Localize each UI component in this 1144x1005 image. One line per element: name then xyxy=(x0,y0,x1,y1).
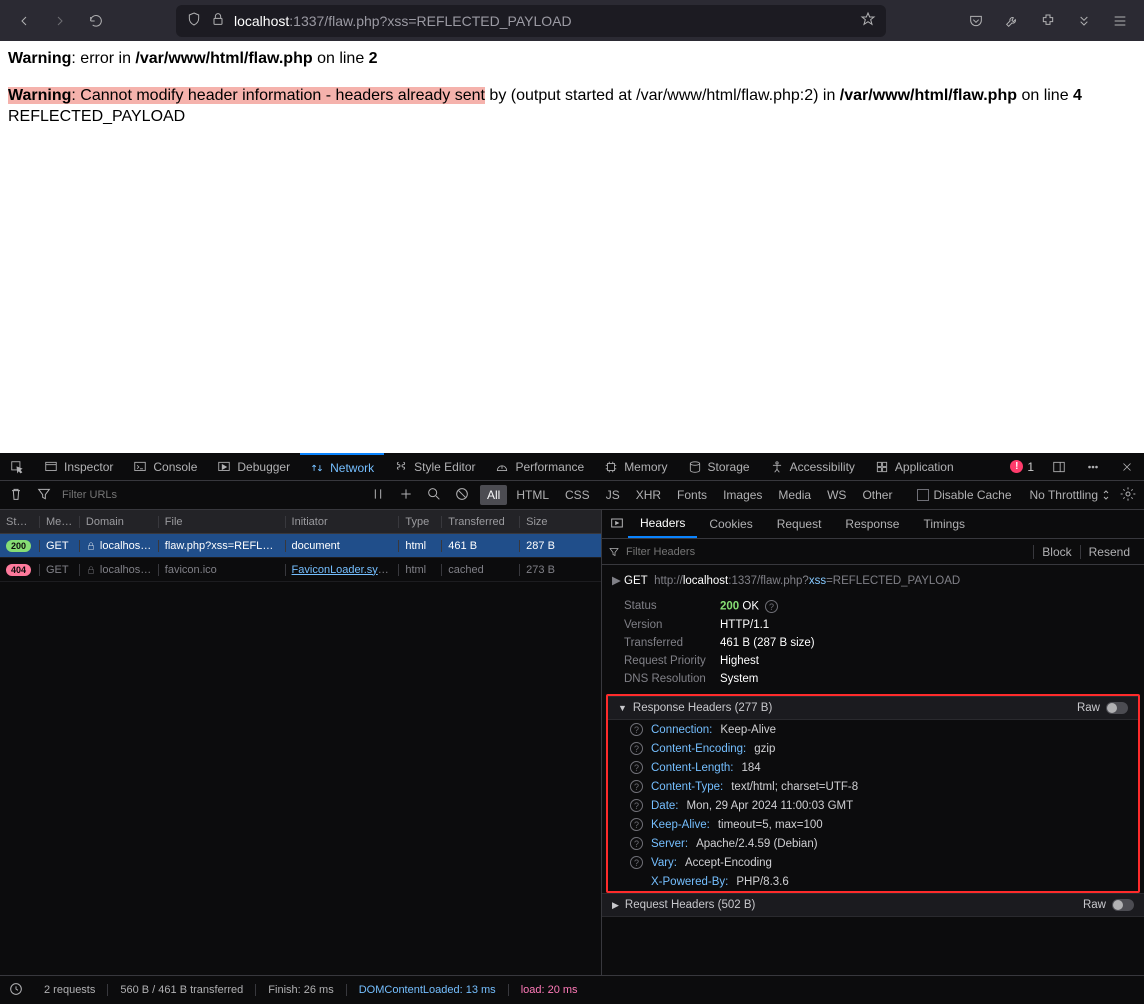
bookmark-star-icon[interactable] xyxy=(860,11,876,30)
tab-inspector[interactable]: Inspector xyxy=(34,453,123,480)
request-count: 2 requests xyxy=(32,984,108,996)
devtools-tabbar: Inspector Console Debugger Network Style… xyxy=(0,453,1144,481)
filter-url-input[interactable] xyxy=(62,489,204,501)
tab-network[interactable]: Network xyxy=(300,453,384,480)
filter-js[interactable]: JS xyxy=(599,485,627,505)
filter-fonts[interactable]: Fonts xyxy=(670,485,714,505)
details-tab-timings[interactable]: Timings xyxy=(911,510,977,538)
details-tab-cookies[interactable]: Cookies xyxy=(697,510,764,538)
finish-time: Finish: 26 ms xyxy=(256,984,346,996)
summary-block: Status200 OK? VersionHTTP/1.1 Transferre… xyxy=(602,591,1144,694)
raw-toggle[interactable] xyxy=(1106,702,1128,714)
details-tabs: Headers Cookies Request Response Timings xyxy=(602,510,1144,539)
search-icon[interactable] xyxy=(424,486,444,505)
back-button[interactable] xyxy=(8,5,40,37)
filter-media[interactable]: Media xyxy=(771,485,818,505)
tab-storage[interactable]: Storage xyxy=(678,453,760,480)
devtools: Inspector Console Debugger Network Style… xyxy=(0,453,1144,1004)
block-button[interactable]: Block xyxy=(1033,545,1079,559)
overflow-chevron-icon[interactable] xyxy=(1068,5,1100,37)
response-header-row: ?Date: Mon, 29 Apr 2024 11:00:03 GMT xyxy=(608,796,1138,815)
browser-toolbar: localhost:1337/flaw.php?xss=REFLECTED_PA… xyxy=(0,0,1144,41)
tab-memory[interactable]: Memory xyxy=(594,453,677,480)
filter-css[interactable]: CSS xyxy=(558,485,597,505)
header-filter-row: BlockResend xyxy=(602,539,1144,565)
request-headers-section[interactable]: ▶Request Headers (502 B) Raw xyxy=(602,893,1144,917)
lock-icon[interactable] xyxy=(210,11,226,30)
tab-accessibility[interactable]: Accessibility xyxy=(760,453,865,480)
response-header-row: ?Vary: Accept-Encoding xyxy=(608,853,1138,872)
table-row[interactable]: 404 GET localhos… favicon.ico FaviconLoa… xyxy=(0,558,601,582)
tab-console[interactable]: Console xyxy=(123,453,207,480)
tab-style-editor[interactable]: Style Editor xyxy=(384,453,485,480)
error-count-badge[interactable]: !1 xyxy=(1002,453,1042,480)
url-bar[interactable]: localhost:1337/flaw.php?xss=REFLECTED_PA… xyxy=(176,5,886,37)
type-filter-tabs: All HTML CSS JS XHR Fonts Images Media W… xyxy=(480,485,899,505)
table-row[interactable]: 200 GET localhos… flaw.php?xss=REFLECTE … xyxy=(0,534,601,558)
devtools-close-button[interactable] xyxy=(1110,453,1144,480)
block-icon[interactable] xyxy=(452,486,472,505)
disable-cache-checkbox[interactable]: Disable Cache xyxy=(917,488,1011,502)
filter-funnel-icon[interactable] xyxy=(34,486,54,505)
load-time: load: 20 ms xyxy=(509,984,590,996)
table-header[interactable]: StatusMe… DomainFile InitiatorType Trans… xyxy=(0,510,601,534)
extensions-icon[interactable] xyxy=(1032,5,1064,37)
filter-html[interactable]: HTML xyxy=(509,485,556,505)
filter-images[interactable]: Images xyxy=(716,485,769,505)
response-headers-highlight: ▼Response Headers (277 B) Raw ?Connectio… xyxy=(606,694,1140,893)
raw-toggle[interactable] xyxy=(1112,899,1134,911)
settings-gear-icon[interactable] xyxy=(1118,486,1138,505)
network-toolbar: All HTML CSS JS XHR Fonts Images Media W… xyxy=(0,481,1144,510)
details-tab-headers[interactable]: Headers xyxy=(628,510,697,538)
php-warning-1: Warning: error in /var/www/html/flaw.php… xyxy=(8,49,1136,70)
url-text: localhost:1337/flaw.php?xss=REFLECTED_PA… xyxy=(234,13,572,29)
tab-performance[interactable]: Performance xyxy=(485,453,594,480)
details-toggle-icon[interactable] xyxy=(606,515,628,534)
resend-button[interactable]: Resend xyxy=(1080,545,1138,559)
response-header-row: ?Server: Apache/2.4.59 (Debian) xyxy=(608,834,1138,853)
filter-ws[interactable]: WS xyxy=(820,485,853,505)
response-header-row: ?Content-Length: 184 xyxy=(608,758,1138,777)
pause-button[interactable] xyxy=(368,486,388,505)
response-header-row: ?X-Powered-By: PHP/8.3.6 xyxy=(608,872,1138,891)
filter-other[interactable]: Other xyxy=(855,485,899,505)
transferred-size: 560 B / 461 B transferred xyxy=(108,984,256,996)
add-button[interactable] xyxy=(396,486,416,505)
devtools-more-icon[interactable] xyxy=(1076,453,1110,480)
filter-all[interactable]: All xyxy=(480,485,507,505)
pick-element-button[interactable] xyxy=(0,453,34,480)
response-header-row: ?Content-Type: text/html; charset=UTF-8 xyxy=(608,777,1138,796)
request-url: ▶ GET http://localhost:1337/flaw.php?xss… xyxy=(602,569,1144,591)
tracking-shield-icon[interactable] xyxy=(186,11,202,30)
status-bar: 2 requests 560 B / 461 B transferred Fin… xyxy=(0,975,1144,1004)
domcontentloaded-time: DOMContentLoaded: 13 ms xyxy=(347,984,509,996)
response-header-row: ?Keep-Alive: timeout=5, max=100 xyxy=(608,815,1138,834)
reload-button[interactable] xyxy=(80,5,112,37)
filter-xhr[interactable]: XHR xyxy=(629,485,668,505)
response-header-row: ?Connection: Keep-Alive xyxy=(608,720,1138,739)
page-content: Warning: error in /var/www/html/flaw.php… xyxy=(0,41,1144,453)
pocket-icon[interactable] xyxy=(960,5,992,37)
filter-headers-input[interactable] xyxy=(626,546,1033,558)
clear-button[interactable] xyxy=(6,486,26,505)
tab-application[interactable]: Application xyxy=(865,453,964,480)
response-headers-section[interactable]: ▼Response Headers (277 B) Raw xyxy=(608,696,1138,720)
forward-button[interactable] xyxy=(44,5,76,37)
dock-side-button[interactable] xyxy=(1042,453,1076,480)
php-warning-2: Warning: Cannot modify header informatio… xyxy=(8,86,1136,128)
tab-debugger[interactable]: Debugger xyxy=(207,453,300,480)
hamburger-menu-icon[interactable] xyxy=(1104,5,1136,37)
request-table: StatusMe… DomainFile InitiatorType Trans… xyxy=(0,510,602,975)
throttling-select[interactable]: No Throttling xyxy=(1030,488,1110,502)
perf-icon[interactable] xyxy=(0,981,32,1000)
response-header-row: ?Content-Encoding: gzip xyxy=(608,739,1138,758)
details-tab-response[interactable]: Response xyxy=(833,510,911,538)
details-tab-request[interactable]: Request xyxy=(765,510,834,538)
details-pane: Headers Cookies Request Response Timings… xyxy=(602,510,1144,975)
wrench-icon[interactable] xyxy=(996,5,1028,37)
